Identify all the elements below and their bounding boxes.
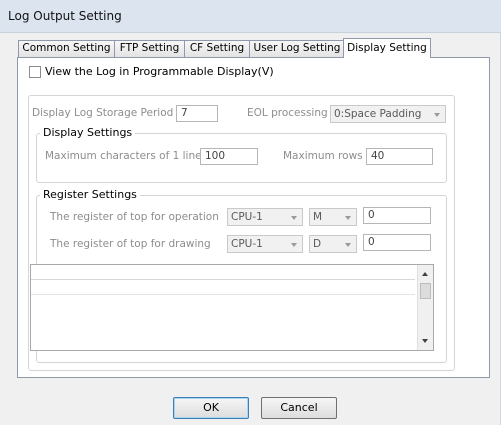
- operation-register-input[interactable]: 0: [363, 207, 431, 224]
- operation-cpu-select[interactable]: CPU-1: [227, 208, 303, 226]
- register-list[interactable]: [30, 264, 434, 351]
- eol-processing-label: EOL processing: [247, 107, 328, 119]
- max-rows-label: Maximum rows: [283, 150, 363, 162]
- vertical-scrollbar[interactable]: [417, 265, 433, 350]
- operation-device-value: M: [313, 211, 323, 223]
- tab-ftp-setting[interactable]: FTP Setting: [114, 40, 185, 57]
- drawing-register-label: The register of top for drawing: [50, 238, 211, 250]
- chevron-down-icon: [291, 243, 297, 247]
- operation-device-select[interactable]: M: [309, 208, 357, 226]
- list-header-row: [31, 265, 415, 280]
- operation-cpu-value: CPU-1: [231, 211, 263, 223]
- chevron-down-icon: [434, 113, 440, 117]
- window-title: Log Output Setting: [8, 9, 122, 23]
- scroll-down-icon[interactable]: [422, 339, 428, 343]
- drawing-cpu-value: CPU-1: [231, 238, 263, 250]
- scroll-up-icon[interactable]: [422, 272, 428, 276]
- view-log-label: View the Log in Programmable Display(V): [45, 65, 274, 78]
- list-item[interactable]: [31, 280, 415, 295]
- log-output-setting-dialog: Log Output Setting Common Setting FTP Se…: [0, 0, 501, 425]
- drawing-device-select[interactable]: D: [309, 235, 357, 253]
- cancel-button[interactable]: Cancel: [261, 397, 337, 419]
- tab-cf-setting[interactable]: CF Setting: [184, 40, 250, 57]
- ok-button[interactable]: OK: [173, 397, 249, 419]
- operation-register-label: The register of top for operation: [50, 211, 219, 223]
- storage-period-input[interactable]: 7: [176, 105, 218, 122]
- tab-display-setting[interactable]: Display Setting: [343, 38, 431, 58]
- max-rows-input[interactable]: 40: [366, 148, 433, 165]
- drawing-register-input[interactable]: 0: [363, 234, 431, 251]
- storage-period-label: Display Log Storage Period: [32, 107, 174, 119]
- title-bar: Log Output Setting: [0, 0, 501, 33]
- display-settings-title: Display Settings: [40, 126, 136, 139]
- eol-processing-select[interactable]: 0:Space Padding: [330, 105, 446, 123]
- chevron-down-icon: [345, 243, 351, 247]
- eol-processing-value: 0:Space Padding: [334, 108, 422, 120]
- tab-user-log-setting[interactable]: User Log Setting: [249, 40, 345, 57]
- tab-common-setting[interactable]: Common Setting: [18, 40, 115, 57]
- chevron-down-icon: [291, 216, 297, 220]
- view-log-checkbox[interactable]: [29, 66, 41, 78]
- scroll-thumb[interactable]: [420, 283, 431, 299]
- chevron-down-icon: [345, 216, 351, 220]
- drawing-device-value: D: [313, 238, 322, 250]
- max-chars-label: Maximum characters of 1 line: [45, 150, 202, 162]
- drawing-cpu-select[interactable]: CPU-1: [227, 235, 303, 253]
- max-chars-input[interactable]: 100: [200, 148, 258, 165]
- register-settings-title: Register Settings: [40, 188, 140, 201]
